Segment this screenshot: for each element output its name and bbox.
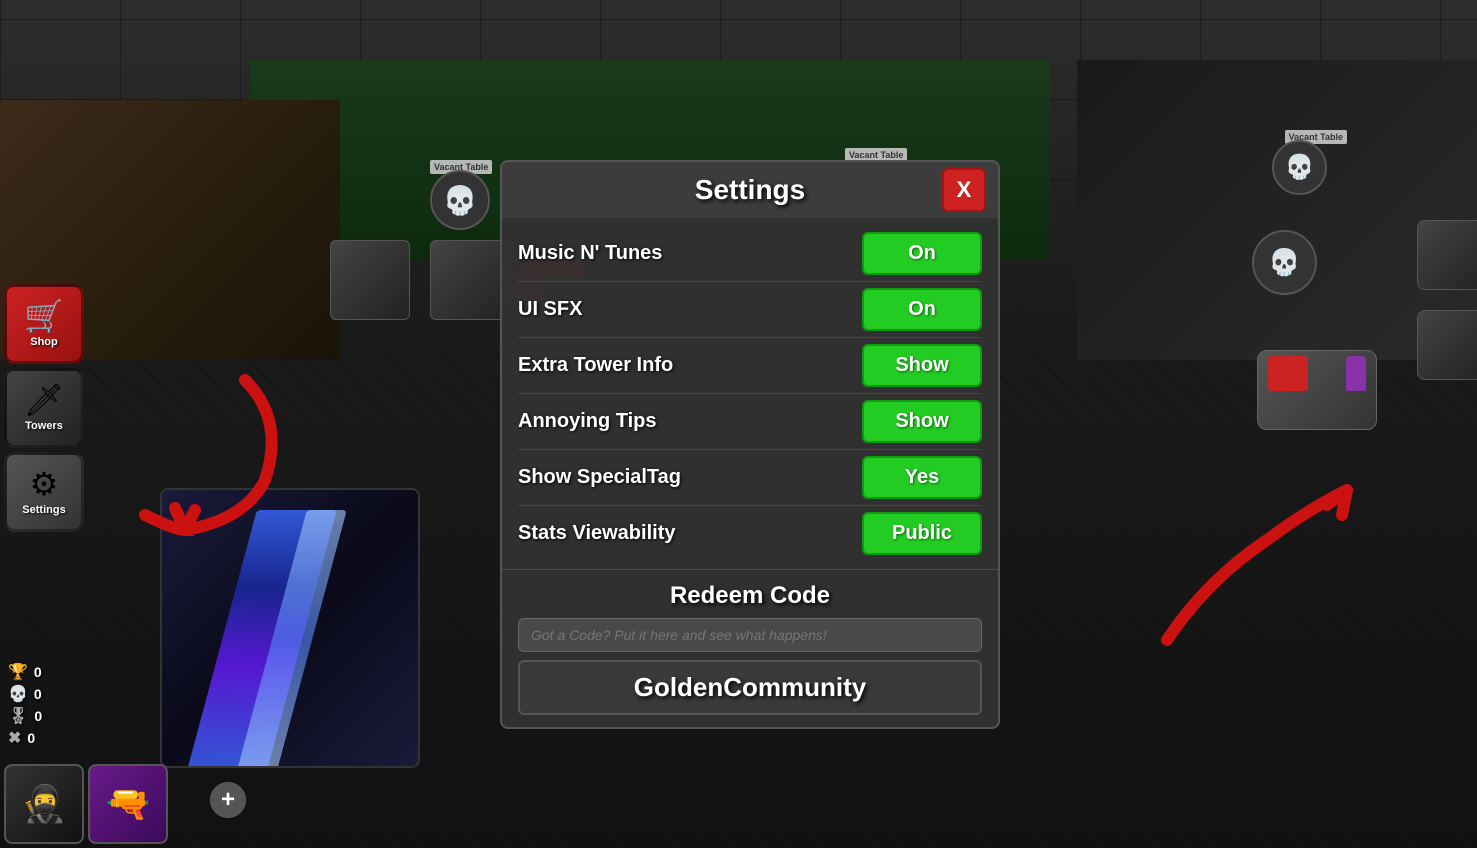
- stat-rank: 🎖 0: [8, 706, 42, 726]
- stat-skull: 💀 0: [8, 684, 42, 704]
- shop-icon: 🛒: [24, 300, 64, 332]
- settings-icon: ⚙: [30, 468, 59, 500]
- redeem-code-display: GoldenCommunity: [518, 660, 982, 715]
- settings-row-specialtag: Show SpecialTag Yes: [518, 450, 982, 506]
- setting-toggle-specialtag[interactable]: Yes: [862, 456, 982, 499]
- avatar-1: 💀: [430, 170, 490, 230]
- trophy-icon: 🏆: [8, 662, 28, 682]
- settings-row-uisfx: UI SFX On: [518, 282, 982, 338]
- stat-gold-value: 0: [34, 664, 42, 680]
- avatar-3: 💀: [1252, 230, 1317, 295]
- stat-cross: ✖ 0: [8, 728, 42, 748]
- setting-toggle-towerinfo[interactable]: Show: [862, 344, 982, 387]
- close-button[interactable]: X: [942, 168, 986, 212]
- setting-toggle-statsview[interactable]: Public: [862, 512, 982, 555]
- towers-icon: 🗡: [24, 384, 65, 416]
- setting-toggle-uisfx[interactable]: On: [862, 288, 982, 331]
- sidebar-label-settings: Settings: [22, 504, 65, 516]
- setting-toggle-music[interactable]: On: [862, 232, 982, 275]
- char-icon-2: 🔫: [90, 766, 166, 842]
- settings-row-tips: Annoying Tips Show: [518, 394, 982, 450]
- redeem-input[interactable]: [518, 618, 982, 652]
- setting-label-uisfx: UI SFX: [518, 298, 582, 321]
- stats-bar: 🏆 0 💀 0 🎖 0 ✖ 0: [8, 662, 42, 748]
- modal-title: Settings: [695, 174, 805, 206]
- table-right: [1257, 350, 1377, 430]
- setting-label-statsview: Stats Viewability: [518, 522, 675, 545]
- settings-row-music: Music N' Tunes On: [518, 226, 982, 282]
- char-card-2[interactable]: 🔫: [88, 764, 168, 844]
- modal-body: Music N' Tunes On UI SFX On Extra Tower …: [502, 218, 998, 569]
- sidebar-label-shop: Shop: [30, 336, 58, 348]
- sidebar-item-settings[interactable]: ⚙ Settings: [4, 452, 84, 532]
- char-icon-1: 🥷: [6, 766, 82, 842]
- settings-modal: Settings X Music N' Tunes On UI SFX On E…: [500, 160, 1000, 729]
- setting-label-tips: Annoying Tips: [518, 410, 657, 433]
- redeem-section: Redeem Code GoldenCommunity: [502, 569, 998, 727]
- sidebar: 🛒 Shop 🗡 Towers ⚙ Settings: [0, 280, 88, 536]
- skull-icon: 💀: [8, 684, 28, 704]
- rank-icon: 🎖: [8, 706, 28, 726]
- sidebar-item-shop[interactable]: 🛒 Shop: [4, 284, 84, 364]
- settings-row-towerinfo: Extra Tower Info Show: [518, 338, 982, 394]
- setting-toggle-tips[interactable]: Show: [862, 400, 982, 443]
- modal-header: Settings X: [502, 162, 998, 218]
- character-cards: 🥷 🔫: [0, 760, 172, 848]
- avatar-2: 💀: [1272, 140, 1327, 195]
- settings-row-statsview: Stats Viewability Public: [518, 506, 982, 561]
- game-background: Vacant Table 💀 Vacant Table Vacant Table…: [0, 0, 1477, 848]
- stat-skull-value: 0: [34, 686, 42, 702]
- setting-label-specialtag: Show SpecialTag: [518, 466, 681, 489]
- animated-cube: [160, 488, 440, 788]
- redeem-title: Redeem Code: [518, 582, 982, 610]
- char-card-1[interactable]: 🥷: [4, 764, 84, 844]
- cross-icon: ✖: [8, 728, 21, 748]
- stat-cross-value: 0: [27, 730, 35, 746]
- setting-label-towerinfo: Extra Tower Info: [518, 354, 673, 377]
- stat-rank-value: 0: [34, 708, 42, 724]
- stat-gold: 🏆 0: [8, 662, 42, 682]
- setting-label-music: Music N' Tunes: [518, 242, 662, 265]
- sidebar-item-towers[interactable]: 🗡 Towers: [4, 368, 84, 448]
- add-slot-3-button[interactable]: +: [210, 782, 246, 818]
- sidebar-label-towers: Towers: [25, 420, 63, 432]
